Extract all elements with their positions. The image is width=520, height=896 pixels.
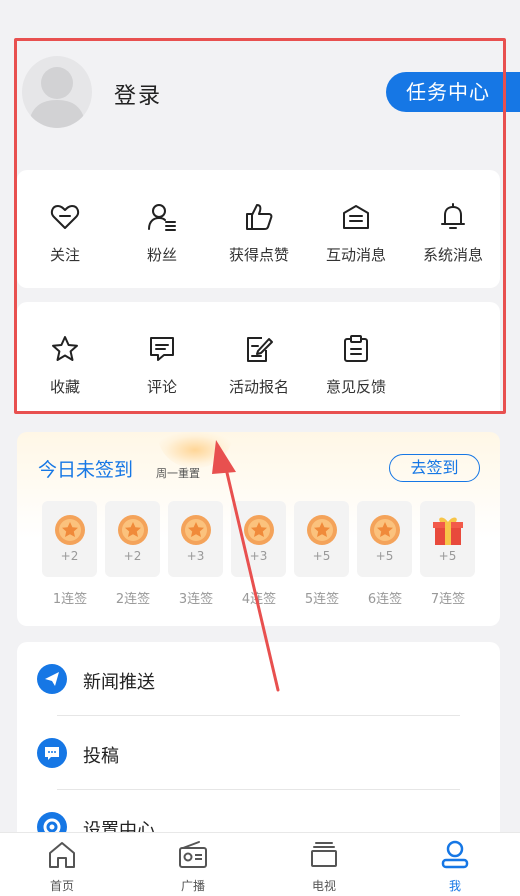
coin-icon — [242, 513, 276, 547]
grid-item-event-signup[interactable]: 活动报名 — [211, 334, 307, 397]
signin-day-tile: +2 — [105, 501, 160, 577]
signin-day-label: 6连签 — [367, 592, 403, 607]
tab-home[interactable]: 首页 — [22, 839, 102, 894]
grid-item-label: 关注 — [49, 246, 80, 264]
grid-item-interactions[interactable]: 互动消息 — [308, 202, 404, 265]
grid-item-label: 意见反馈 — [325, 378, 386, 396]
coin-icon — [368, 513, 402, 547]
tab-label: 我 — [448, 879, 461, 893]
coin-glow-decoration — [157, 432, 233, 468]
utility-grid: 收藏 评论 活动报名 意见反馈 — [17, 302, 500, 412]
signin-day-label: 7连签 — [430, 592, 466, 607]
tab-tv[interactable]: 电视 — [284, 839, 364, 894]
tab-radio[interactable]: 广播 — [153, 839, 233, 894]
grid-item-label: 互动消息 — [325, 246, 386, 264]
coin-icon — [116, 513, 150, 547]
signin-day-points: +5 — [438, 549, 457, 563]
star-icon — [52, 336, 78, 361]
task-center-button[interactable]: 任务中心 — [386, 72, 520, 112]
grid-item-label: 系统消息 — [422, 246, 483, 264]
grid-item-label: 评论 — [146, 378, 177, 396]
signin-status-title: 今日未签到 — [38, 459, 134, 481]
inbox-icon — [343, 205, 369, 229]
grid-item-system-messages[interactable]: 系统消息 — [405, 202, 501, 265]
signin-day-label: 2连签 — [115, 592, 151, 607]
grid-item-label: 粉丝 — [146, 246, 177, 264]
signin-day-label: 1连签 — [52, 592, 88, 607]
bell-icon — [441, 203, 465, 229]
gift-icon — [431, 513, 465, 547]
coin-icon — [53, 513, 87, 547]
signin-card: 今日未签到 周一重置 去签到 +2 1连签 +2 2连签 +3 3连签 +3 4连签 +5 5连签… — [17, 432, 500, 626]
grid-item-comments[interactable]: 评论 — [114, 334, 210, 397]
user-icon — [441, 840, 469, 869]
avatar[interactable] — [22, 56, 92, 128]
grid-item-favorites[interactable]: 收藏 — [17, 334, 113, 397]
settings-menu: 新闻推送 投稿 设置中心 — [17, 642, 500, 842]
signin-day-points: +3 — [249, 549, 268, 563]
signin-day-tile: +5 — [294, 501, 349, 577]
coin-icon — [305, 513, 339, 547]
home-icon — [49, 842, 75, 868]
tab-me[interactable]: 我 — [415, 839, 495, 894]
grid-item-likes[interactable]: 获得点赞 — [211, 202, 307, 265]
signin-day-tile: +3 — [168, 501, 223, 577]
heart-minus-icon — [50, 205, 80, 229]
signin-day-points: +2 — [123, 549, 142, 563]
user-list-icon — [148, 204, 176, 231]
grid-item-feedback[interactable]: 意见反馈 — [308, 334, 404, 397]
default-avatar-icon — [28, 67, 86, 128]
tab-label: 广播 — [180, 879, 205, 893]
profile-header: 登录 任务中心 — [0, 0, 520, 160]
clipboard-icon — [344, 335, 368, 362]
grid-item-follow[interactable]: 关注 — [17, 202, 113, 265]
menu-item-submit[interactable]: 投稿 — [17, 716, 500, 790]
signin-reset-note: 周一重置 — [156, 467, 200, 480]
thumbs-up-icon — [246, 204, 273, 230]
send-icon — [37, 664, 67, 694]
menu-item-label: 投稿 — [83, 746, 119, 767]
coin-icon — [179, 513, 213, 547]
signin-day-points: +5 — [312, 549, 331, 563]
signin-day-tile: +5 — [357, 501, 412, 577]
menu-item-label: 新闻推送 — [83, 672, 155, 693]
signin-day-label: 5连签 — [304, 592, 340, 607]
signin-day-points: +3 — [186, 549, 205, 563]
activity-grid: 关注 粉丝 获得点赞 互动消息 系统消息 — [17, 170, 500, 288]
comment-icon — [150, 337, 174, 361]
signin-day-points: +2 — [60, 549, 79, 563]
login-link[interactable]: 登录 — [114, 78, 162, 110]
signin-day-label: 4连签 — [241, 592, 277, 607]
grid-item-fans[interactable]: 粉丝 — [114, 202, 210, 265]
chat-bubble-icon — [37, 738, 67, 768]
grid-item-label: 活动报名 — [228, 378, 289, 396]
grid-item-label: 收藏 — [49, 378, 80, 396]
grid-item-label: 获得点赞 — [228, 246, 289, 264]
tab-label: 首页 — [49, 879, 74, 893]
signin-day-tile: +5 — [420, 501, 475, 577]
bottom-tab-bar: 首页 广播 电视 我 — [0, 832, 520, 896]
signin-day-tile: +2 — [42, 501, 97, 577]
signin-button[interactable]: 去签到 — [389, 454, 480, 482]
menu-item-news-push[interactable]: 新闻推送 — [17, 642, 500, 716]
signin-day-points: +5 — [375, 549, 394, 563]
signin-day-label: 3连签 — [178, 592, 214, 607]
radio-icon — [179, 841, 207, 868]
edit-form-icon — [247, 337, 273, 362]
tv-icon — [311, 842, 337, 867]
tab-label: 电视 — [311, 879, 336, 893]
signin-day-tile: +3 — [231, 501, 286, 577]
